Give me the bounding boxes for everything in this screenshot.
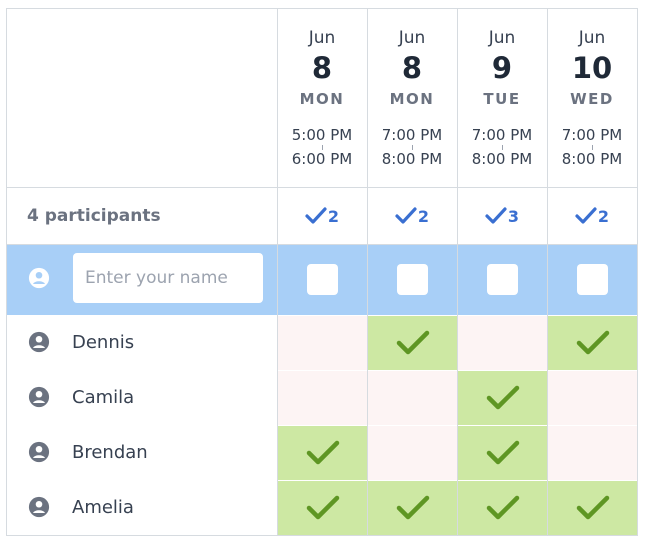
check-icon	[486, 495, 519, 520]
option-end-time: 8:00 PM	[381, 150, 443, 168]
option-vote-count: 3	[457, 206, 547, 226]
check-icon	[396, 330, 429, 355]
option-month: Jun	[488, 28, 516, 48]
option-day: 8	[401, 51, 423, 85]
option-weekday: TUE	[483, 90, 521, 108]
vote-yes-cell	[278, 481, 367, 535]
check-icon	[395, 207, 417, 224]
vote-yes-cell	[548, 481, 637, 535]
poll-grid: Jun 8 MON 5:00 PM 6:00 PM Jun 8 MON 7:00…	[6, 8, 638, 536]
option-start-time: 7:00 PM	[561, 126, 623, 144]
participant-name: Amelia	[72, 497, 134, 518]
grid-line	[7, 187, 637, 188]
vote-yes-cell	[278, 426, 367, 480]
vote-empty-cell	[368, 371, 457, 425]
vote-count: 2	[327, 206, 340, 226]
vote-empty-cell	[278, 316, 367, 370]
check-icon	[396, 495, 429, 520]
option-day: 10	[571, 51, 613, 85]
option-weekday: WED	[570, 90, 614, 108]
option-end-time: 6:00 PM	[291, 150, 353, 168]
option-vote-count: 2	[547, 206, 637, 226]
name-input[interactable]	[73, 253, 263, 303]
check-icon	[306, 495, 339, 520]
check-icon	[486, 385, 519, 410]
participants-count-label: 4 participants	[27, 206, 161, 226]
grid-line	[7, 244, 637, 245]
vote-yes-cell	[368, 316, 457, 370]
option-start-time: 5:00 PM	[291, 126, 353, 144]
vote-yes-cell	[368, 481, 457, 535]
option-vote-count: 2	[367, 206, 457, 226]
option-weekday: MON	[389, 90, 435, 108]
option-header: Jun 10 WED 7:00 PM 8:00 PM	[547, 9, 637, 187]
option-day: 8	[311, 51, 333, 85]
vote-empty-cell	[278, 371, 367, 425]
check-icon	[305, 207, 327, 224]
participant-name: Camila	[72, 387, 135, 408]
vote-checkbox[interactable]	[487, 264, 518, 295]
option-month: Jun	[578, 28, 606, 48]
option-header: Jun 8 MON 5:00 PM 6:00 PM	[277, 9, 367, 187]
user-circle-icon	[28, 496, 50, 518]
option-weekday: MON	[299, 90, 345, 108]
option-end-time: 8:00 PM	[471, 150, 533, 168]
vote-checkbox[interactable]	[577, 264, 608, 295]
user-circle-icon	[28, 441, 50, 463]
vote-empty-cell	[548, 426, 637, 480]
vote-yes-cell	[458, 426, 547, 480]
option-end-time: 8:00 PM	[561, 150, 623, 168]
user-circle-icon	[28, 386, 50, 408]
check-icon	[486, 440, 519, 465]
vote-empty-cell	[368, 426, 457, 480]
vote-count: 3	[507, 206, 520, 226]
vote-yes-cell	[548, 316, 637, 370]
vote-yes-cell	[458, 371, 547, 425]
participant-name: Dennis	[72, 332, 135, 353]
option-month: Jun	[308, 28, 336, 48]
option-header: Jun 9 TUE 7:00 PM 8:00 PM	[457, 9, 547, 187]
check-icon	[306, 440, 339, 465]
check-icon	[576, 495, 609, 520]
vote-yes-cell	[458, 481, 547, 535]
vote-empty-cell	[548, 371, 637, 425]
vote-count: 2	[417, 206, 430, 226]
user-circle-icon	[28, 331, 50, 353]
option-month: Jun	[398, 28, 426, 48]
vote-count: 2	[597, 206, 610, 226]
option-header: Jun 8 MON 7:00 PM 8:00 PM	[367, 9, 457, 187]
check-icon	[575, 207, 597, 224]
option-day: 9	[491, 51, 513, 85]
option-vote-count: 2	[277, 206, 367, 226]
user-circle-icon	[28, 267, 50, 289]
option-start-time: 7:00 PM	[381, 126, 443, 144]
check-icon	[485, 207, 507, 224]
vote-checkbox[interactable]	[397, 264, 428, 295]
participant-name: Brendan	[72, 442, 148, 463]
option-start-time: 7:00 PM	[471, 126, 533, 144]
check-icon	[576, 330, 609, 355]
vote-checkbox[interactable]	[307, 264, 338, 295]
vote-empty-cell	[458, 316, 547, 370]
